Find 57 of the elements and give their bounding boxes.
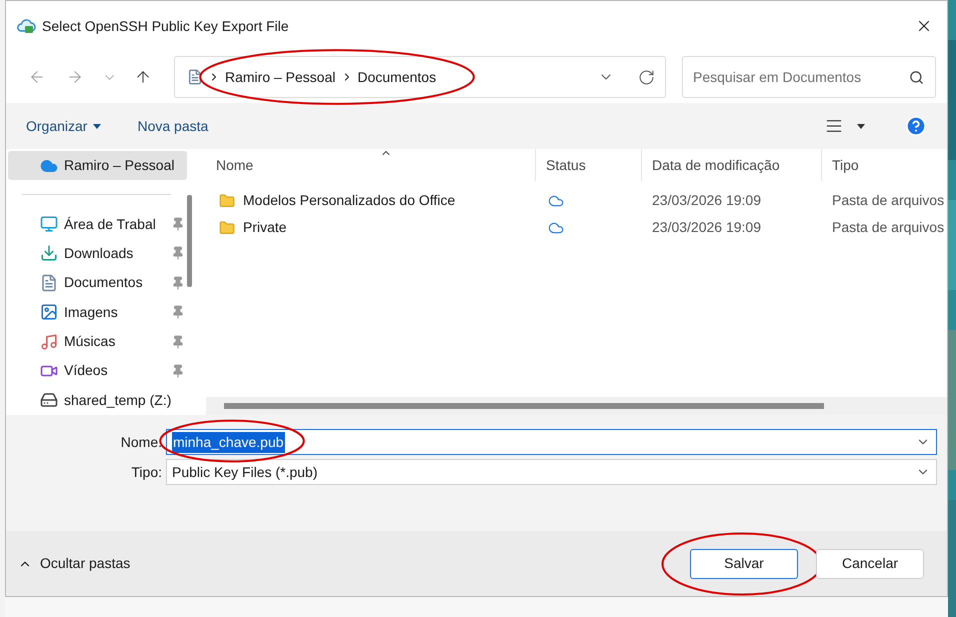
sidebar-item[interactable]: Imagens (8, 297, 187, 327)
search-icon (909, 70, 924, 84)
sidebar-label: Músicas (64, 332, 116, 352)
caret-icon[interactable] (857, 124, 865, 128)
music-icon (40, 332, 58, 351)
breadcrumb[interactable]: Ramiro – Pessoal (225, 66, 336, 88)
type-cell-text: Pasta de arquivos (831, 218, 946, 237)
date-cell-text: 23/03/2026 19:09 (651, 218, 762, 237)
column-header[interactable]: Nome (206, 149, 536, 181)
file-name: Modelos Personalizados do Office (243, 191, 456, 210)
scrollbar-thumb[interactable] (224, 403, 824, 409)
file-name: Private (243, 218, 287, 237)
address-bar[interactable]: Ramiro – Pessoal Documentos (174, 56, 666, 98)
save-button[interactable]: Salvar (690, 548, 798, 578)
breadcrumb[interactable]: Documentos (358, 66, 436, 88)
folder-icon (218, 192, 236, 208)
sidebar-label: Ramiro – Pessoal (64, 156, 176, 176)
type-cell-text: Pasta de arquivos (831, 191, 946, 210)
file-row[interactable]: Modelos Personalizados do Office 23/03/2026 19:09 Pasta de arquivos (206, 187, 947, 214)
document-icon (40, 274, 58, 292)
column-header[interactable]: Data de modificação (642, 149, 822, 181)
sidebar-item[interactable]: Vídeos (8, 356, 187, 386)
sidebar-item[interactable]: Documentos (8, 268, 187, 298)
document-icon (187, 69, 203, 85)
organize-menu[interactable]: Organizar (26, 116, 102, 136)
download-icon (40, 244, 58, 262)
sidebar-item[interactable]: Ramiro – Pessoal (8, 151, 187, 180)
sidebar-item[interactable]: Área de Trabal (8, 209, 187, 239)
field-label: Tipo: (130, 462, 162, 482)
file-row[interactable]: Private 23/03/2026 19:09 Pasta de arquivos (206, 214, 947, 241)
desktop-icon (40, 215, 58, 234)
sidebar-label: Vídeos (64, 361, 109, 380)
sidebar-item[interactable]: shared_temp (Z:) (8, 386, 187, 415)
sidebar-item[interactable]: Músicas (8, 326, 187, 356)
hide-folders-button[interactable]: Ocultar pastas (18, 553, 130, 574)
date-cell-text: 23/03/2026 19:09 (651, 191, 762, 210)
refresh-icon[interactable] (638, 68, 655, 86)
folder-icon (218, 220, 236, 236)
sidebar-item[interactable]: Downloads (8, 238, 187, 268)
sidebar-label: Imagens (64, 302, 119, 322)
search-field[interactable]: Pesquisar em Documentos (682, 56, 936, 98)
sidebar-label: Documentos (64, 273, 144, 292)
sidebar-label: Downloads (64, 244, 134, 263)
sidebar-label: Área de Trabal (64, 214, 157, 234)
cancel-button[interactable]: Cancelar (816, 548, 924, 578)
sidebar-label: shared_temp (Z:) (64, 390, 172, 410)
window-title: Select OpenSSH Public Key Export File (42, 16, 289, 36)
column-header[interactable]: Tipo (822, 149, 947, 181)
new-folder-button[interactable]: Nova pasta (137, 116, 208, 136)
image-icon (40, 303, 58, 322)
drive-icon (40, 391, 58, 410)
filename-field[interactable]: minha_chave.pub (166, 429, 937, 455)
filetype-dropdown[interactable]: Public Key Files (*.pub) (166, 459, 937, 485)
column-header[interactable]: Status (536, 149, 642, 181)
selected-text: minha_chave.pub (172, 432, 285, 452)
scrollbar-thumb[interactable] (187, 195, 192, 287)
help-icon[interactable] (905, 115, 927, 137)
